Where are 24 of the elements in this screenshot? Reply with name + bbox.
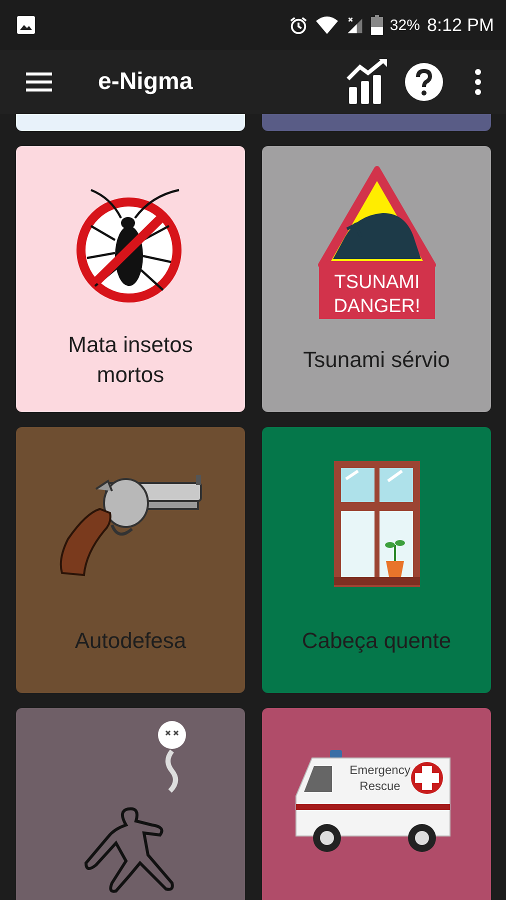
battery-percent: 32%	[390, 16, 420, 34]
app-title: e-Nigma	[98, 68, 193, 96]
sign-text: DANGER!	[333, 296, 420, 317]
card-label: Cabeça quente	[300, 627, 452, 655]
battery-icon	[370, 15, 383, 35]
card-label: Autodefesa	[74, 627, 188, 655]
game-card[interactable]: TSUNAMI DANGER! Tsunami sérvio	[262, 146, 491, 412]
clock-time: 8:12 PM	[426, 14, 494, 36]
alarm-icon	[288, 16, 308, 34]
help-icon	[404, 62, 444, 102]
wifi-icon	[314, 15, 339, 35]
image-notification-icon	[16, 15, 36, 35]
game-card[interactable]: Mata insetos mortos	[16, 146, 245, 412]
van-text: Rescue	[359, 779, 400, 793]
game-card[interactable]	[16, 708, 245, 900]
chart-icon	[346, 59, 388, 105]
card-label: Tsunami sérvio	[302, 346, 451, 374]
game-card[interactable]: Emergency Rescue	[262, 708, 491, 900]
sign-text: TSUNAMI	[334, 272, 420, 293]
more-options-icon	[474, 69, 482, 95]
van-text: Emergency	[349, 763, 410, 777]
card-label: Mata insetos mortos	[67, 331, 194, 389]
signal-icon	[346, 15, 364, 35]
menu-icon	[26, 72, 52, 92]
